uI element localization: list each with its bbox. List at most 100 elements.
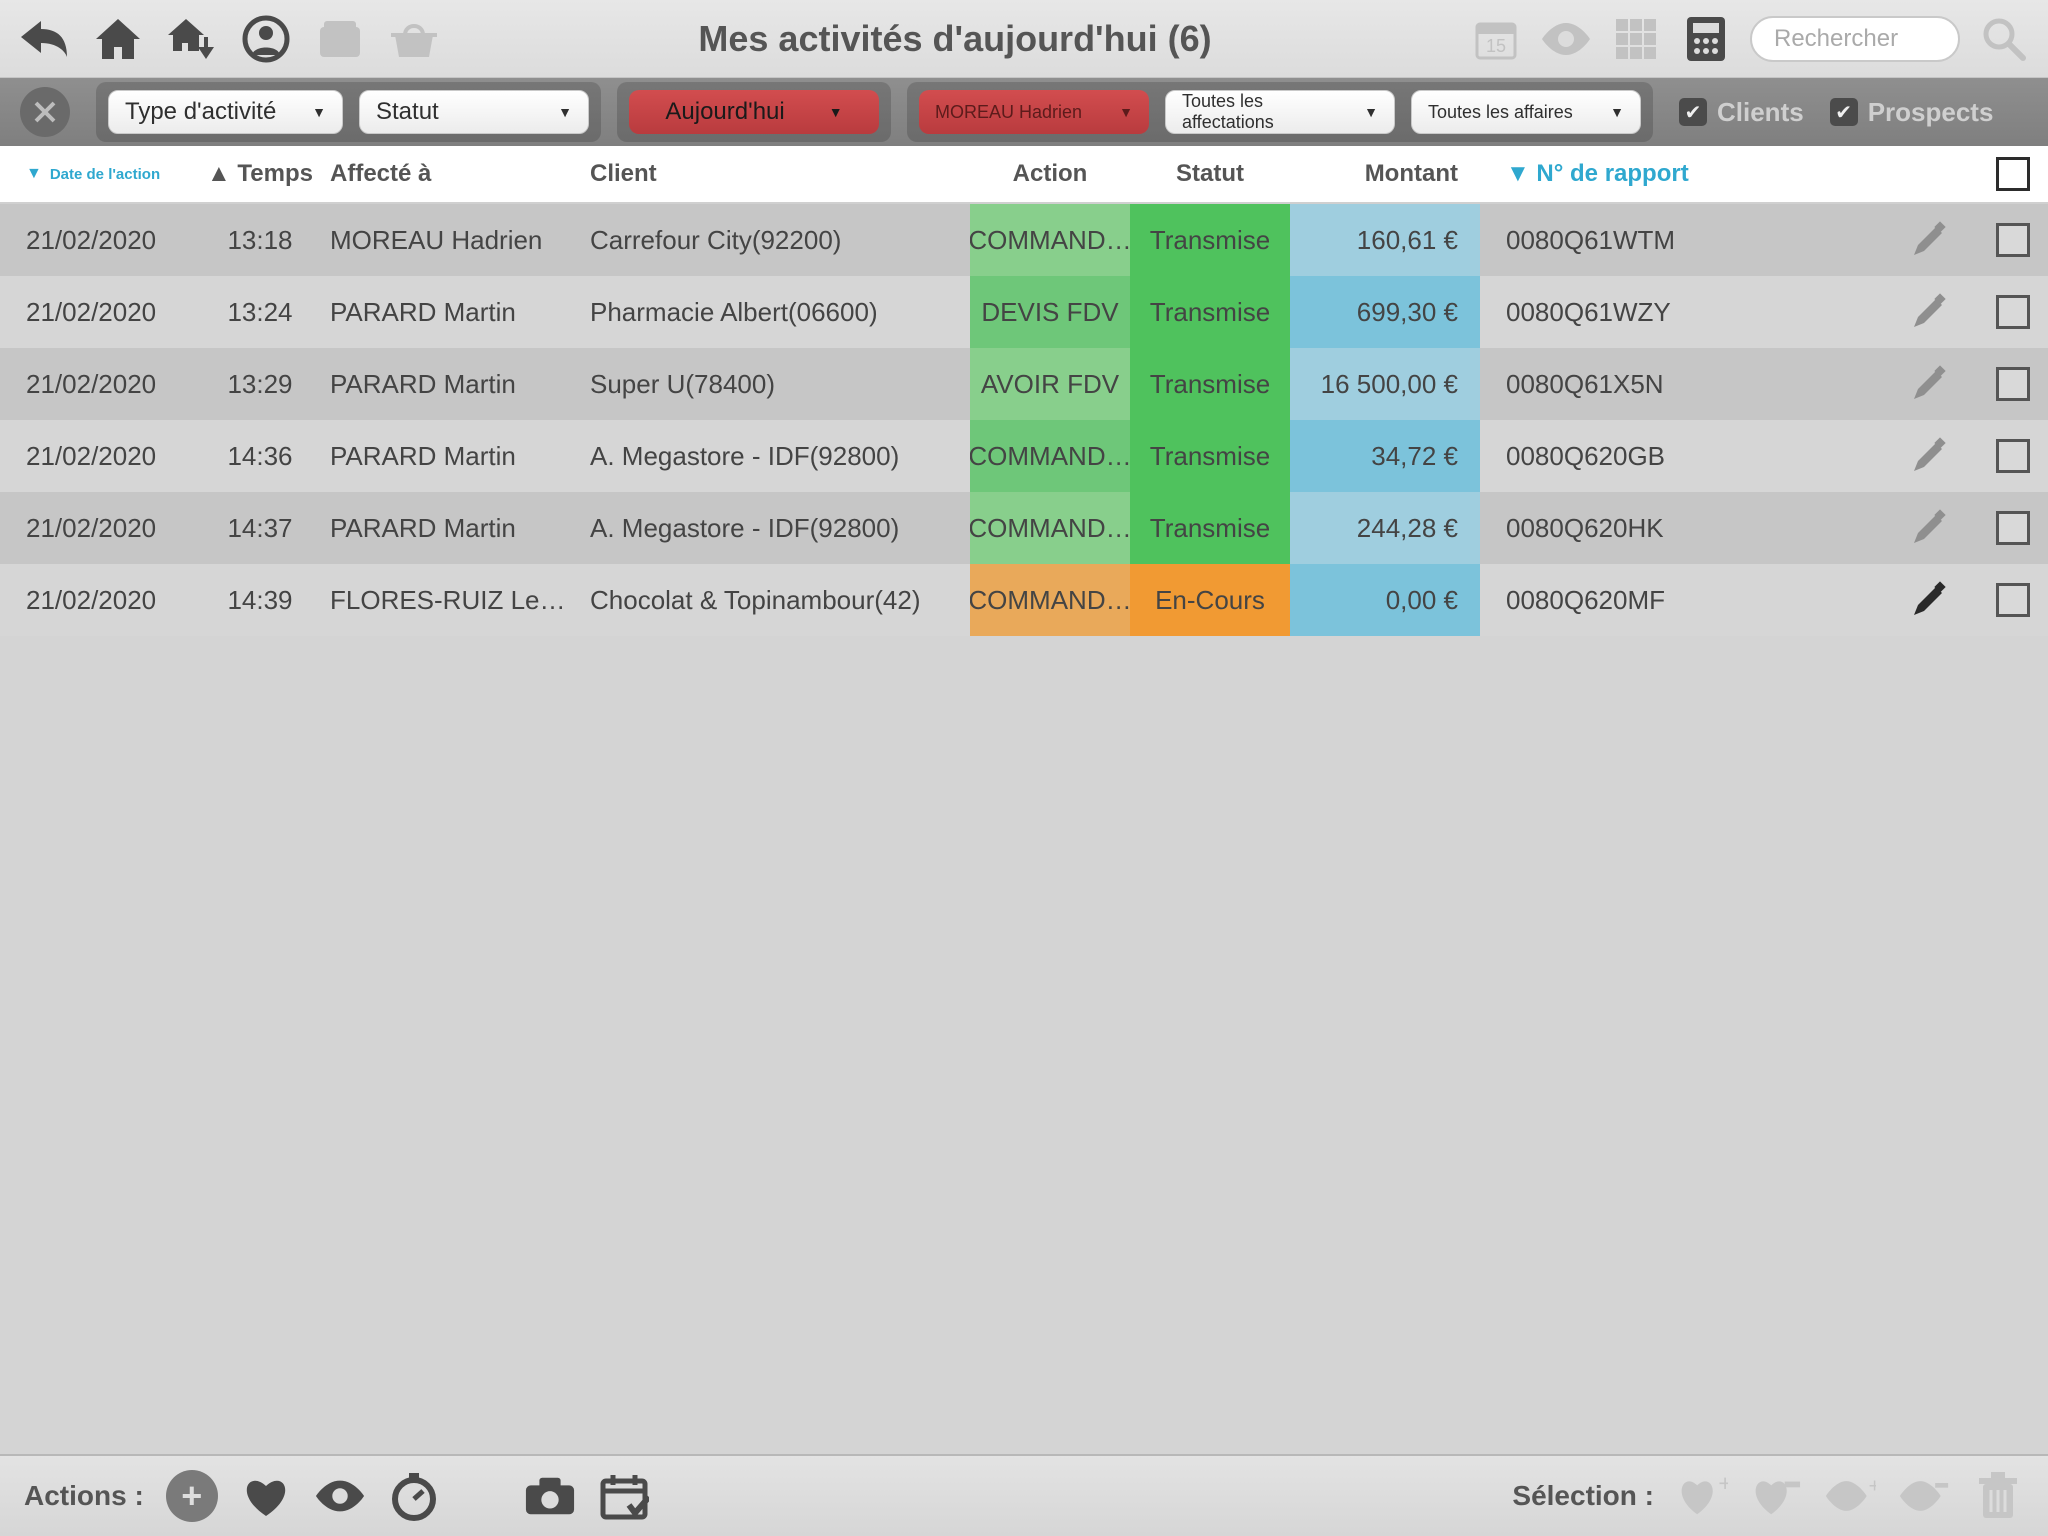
filter-assignments[interactable]: Toutes les affectations▼ (1165, 90, 1395, 134)
home-icon[interactable] (92, 13, 144, 65)
table-row[interactable]: 21/02/202013:18MOREAU HadrienCarrefour C… (0, 204, 2048, 276)
cell-client: Pharmacie Albert(06600) (590, 276, 970, 348)
row-checkbox[interactable] (1978, 204, 2048, 276)
cell-action: AVOIR FDV (970, 348, 1130, 420)
edit-button[interactable] (1880, 564, 1978, 636)
close-filters-button[interactable] (20, 87, 70, 137)
cell-action: COMMAND… (970, 204, 1130, 276)
cell-client: Chocolat & Topinambour(42) (590, 564, 970, 636)
selection-label: Sélection : (1512, 1480, 1654, 1512)
cell-action: COMMAND… (970, 564, 1130, 636)
col-status[interactable]: Statut (1130, 160, 1290, 188)
checkbox-prospects[interactable]: ✔ (1830, 98, 1858, 126)
cell-date: 21/02/2020 (0, 420, 190, 492)
col-assigned[interactable]: Affecté à (330, 160, 590, 188)
row-checkbox[interactable] (1978, 492, 2048, 564)
table-row[interactable]: 21/02/202013:24PARARD MartinPharmacie Al… (0, 276, 2048, 348)
cell-date: 21/02/2020 (0, 204, 190, 276)
check-prospects[interactable]: ✔ Prospects (1830, 97, 1994, 128)
eye-minus-icon[interactable] (1898, 1470, 1950, 1522)
cell-status: Transmise (1130, 420, 1290, 492)
eye-icon[interactable] (1540, 13, 1592, 65)
trash-icon[interactable] (1972, 1470, 2024, 1522)
cell-status: Transmise (1130, 276, 1290, 348)
cell-report: 0080Q61WZY (1480, 276, 1880, 348)
profile-icon[interactable] (240, 13, 292, 65)
svg-text:+: + (1869, 1476, 1876, 1497)
col-report[interactable]: N° de rapport (1480, 160, 1880, 188)
cell-report: 0080Q620HK (1480, 492, 1880, 564)
table-header: Date de l'action Temps Affecté à Client … (0, 146, 2048, 204)
calendar-check-icon[interactable] (598, 1470, 650, 1522)
cell-report: 0080Q61X5N (1480, 348, 1880, 420)
home-download-icon[interactable] (166, 13, 218, 65)
filter-affairs[interactable]: Toutes les affaires▼ (1411, 90, 1641, 134)
checkbox-clients[interactable]: ✔ (1679, 98, 1707, 126)
filter-group-3: MOREAU Hadrien▼ Toutes les affectations▼… (907, 82, 1653, 142)
calendar-icon[interactable]: 15 (1470, 13, 1522, 65)
cell-time: 14:39 (190, 564, 330, 636)
edit-button[interactable] (1880, 276, 1978, 348)
edit-button[interactable] (1880, 348, 1978, 420)
cell-assigned: PARARD Martin (330, 348, 590, 420)
eye-action-icon[interactable] (314, 1470, 366, 1522)
table-row[interactable]: 21/02/202014:36PARARD MartinA. Megastore… (0, 420, 2048, 492)
col-amount[interactable]: Montant (1290, 160, 1480, 188)
cell-status: Transmise (1130, 492, 1290, 564)
cell-assigned: PARARD Martin (330, 492, 590, 564)
cell-report: 0080Q61WTM (1480, 204, 1880, 276)
heart-plus-icon[interactable]: + (1676, 1470, 1728, 1522)
cell-status: En-Cours (1130, 564, 1290, 636)
search-icon[interactable] (1978, 13, 2030, 65)
stopwatch-icon[interactable] (388, 1470, 440, 1522)
cell-report: 0080Q620MF (1480, 564, 1880, 636)
heart-icon[interactable] (240, 1470, 292, 1522)
table-row[interactable]: 21/02/202013:29PARARD MartinSuper U(7840… (0, 348, 2048, 420)
grid-icon[interactable] (1610, 13, 1662, 65)
filter-group-2: Aujourd'hui▼ (617, 82, 891, 142)
col-time[interactable]: Temps (190, 160, 330, 188)
cell-assigned: PARARD Martin (330, 276, 590, 348)
cell-client: A. Megastore - IDF(92800) (590, 492, 970, 564)
row-checkbox[interactable] (1978, 564, 2048, 636)
row-checkbox[interactable] (1978, 420, 2048, 492)
edit-button[interactable] (1880, 420, 1978, 492)
calculator-icon[interactable] (1680, 13, 1732, 65)
col-action[interactable]: Action (970, 160, 1130, 188)
cell-assigned: MOREAU Hadrien (330, 204, 590, 276)
eye-plus-icon[interactable]: + (1824, 1470, 1876, 1522)
col-client[interactable]: Client (590, 160, 970, 188)
camera-icon[interactable] (524, 1470, 576, 1522)
cell-client: Super U(78400) (590, 348, 970, 420)
wallet-icon[interactable] (314, 13, 366, 65)
table-row[interactable]: 21/02/202014:39FLORES-RUIZ Le…Chocolat &… (0, 564, 2048, 636)
row-checkbox[interactable] (1978, 348, 2048, 420)
search-input[interactable]: Rechercher (1750, 16, 1960, 62)
back-icon[interactable] (18, 13, 70, 65)
cell-action: DEVIS FDV (970, 276, 1130, 348)
cell-time: 13:18 (190, 204, 330, 276)
cell-time: 13:29 (190, 348, 330, 420)
cell-amount: 160,61 € (1290, 204, 1480, 276)
heart-minus-icon[interactable] (1750, 1470, 1802, 1522)
row-checkbox[interactable] (1978, 276, 2048, 348)
filter-today[interactable]: Aujourd'hui▼ (629, 90, 879, 134)
cell-report: 0080Q620GB (1480, 420, 1880, 492)
cell-assigned: PARARD Martin (330, 420, 590, 492)
filter-type-activity[interactable]: Type d'activité▼ (108, 90, 343, 134)
filter-bar: Type d'activité▼ Statut▼ Aujourd'hui▼ MO… (0, 78, 2048, 146)
cell-date: 21/02/2020 (0, 564, 190, 636)
edit-button[interactable] (1880, 204, 1978, 276)
cell-time: 13:24 (190, 276, 330, 348)
edit-button[interactable] (1880, 492, 1978, 564)
table-row[interactable]: 21/02/202014:37PARARD MartinA. Megastore… (0, 492, 2048, 564)
basket-icon[interactable] (388, 13, 440, 65)
col-check-all[interactable] (1978, 157, 2048, 191)
filter-status[interactable]: Statut▼ (359, 90, 589, 134)
filter-person[interactable]: MOREAU Hadrien▼ (919, 90, 1149, 134)
action-add-button[interactable]: + (166, 1470, 218, 1522)
cell-time: 14:37 (190, 492, 330, 564)
cell-amount: 244,28 € (1290, 492, 1480, 564)
check-clients[interactable]: ✔ Clients (1679, 97, 1804, 128)
col-date[interactable]: Date de l'action (0, 165, 190, 183)
